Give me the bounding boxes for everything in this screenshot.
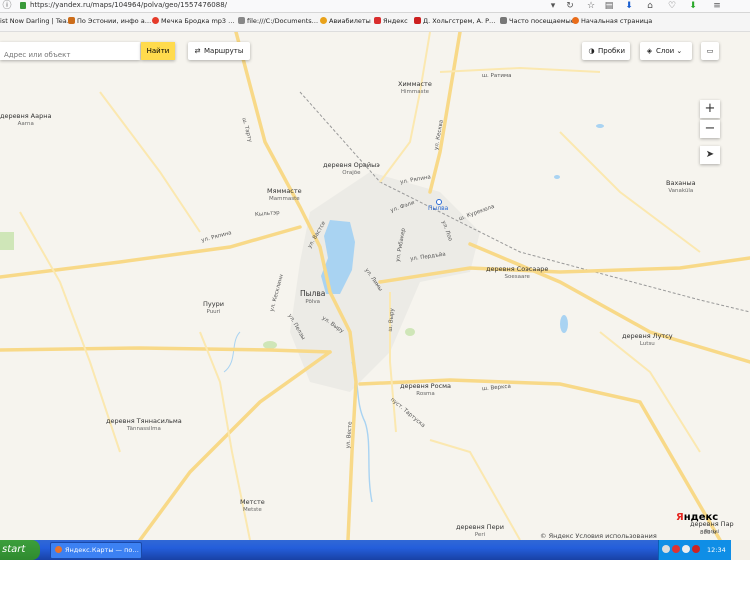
volume-icon[interactable] bbox=[682, 545, 690, 553]
url-input[interactable]: https://yandex.ru/maps/104964/polva/geo/… bbox=[30, 1, 227, 9]
search-input[interactable] bbox=[0, 46, 138, 64]
download-icon[interactable]: ⬇ bbox=[624, 1, 634, 11]
antivirus-icon[interactable] bbox=[672, 545, 680, 553]
layers-icon: ◈ bbox=[646, 47, 653, 55]
taskbar-item-browser[interactable]: Яндекс.Карты — по… bbox=[50, 542, 142, 559]
place-label[interactable]: деревня Орайыэ Orajõe bbox=[323, 161, 380, 177]
bookmark-item[interactable]: Мечка Бродка mp3 … bbox=[152, 17, 235, 25]
bookmark-icon bbox=[68, 17, 75, 24]
bookmark-item[interactable]: ist Now Darling | Tea… bbox=[0, 17, 73, 25]
system-tray: 12:34 bbox=[658, 540, 731, 560]
traffic-label: Пробки bbox=[598, 47, 626, 55]
place-label[interactable]: деревня Пери Peri bbox=[456, 523, 504, 539]
taskbar: start Яндекс.Карты — по… 12:34 bbox=[0, 540, 731, 560]
place-label[interactable]: Мяммасте Mammaste bbox=[267, 187, 302, 203]
street-label: ш. Ратима bbox=[482, 73, 512, 79]
routes-label: Маршруты bbox=[204, 47, 244, 55]
place-label[interactable]: Пуури Puuri bbox=[203, 300, 224, 316]
place-label[interactable]: деревня Тяннасильма Tännassilma bbox=[106, 417, 182, 433]
screen: ⓘ https://yandex.ru/maps/104964/polva/ge… bbox=[0, 0, 750, 560]
yandex-icon bbox=[374, 17, 381, 24]
traffic-icon: ◑ bbox=[588, 47, 595, 55]
scale-label: 800 м bbox=[700, 530, 717, 536]
place-label[interactable]: Метсте Metste bbox=[240, 498, 265, 514]
ruler-button[interactable]: ▭ bbox=[701, 42, 719, 60]
bookmark-icon bbox=[320, 17, 327, 24]
bookmark-item[interactable]: Часто посещаемые bbox=[500, 17, 575, 25]
update-icon[interactable]: ⬇ bbox=[688, 1, 698, 11]
place-label[interactable]: деревня Аарна Aarna bbox=[0, 112, 51, 128]
layers-button[interactable]: ◈ Слои ⌄ bbox=[640, 42, 692, 60]
search-box bbox=[0, 42, 140, 64]
bookmark-icon bbox=[414, 17, 421, 24]
zoom-out-button[interactable]: − bbox=[700, 120, 720, 138]
map-canvas[interactable]: деревня Аарна Aarna Химмасте Himmaste дере… bbox=[0, 32, 750, 540]
yandex-logo[interactable]: Яндекс bbox=[676, 512, 718, 523]
layers-label: Слои bbox=[656, 47, 675, 55]
start-button[interactable]: start bbox=[0, 540, 40, 560]
town-label[interactable]: Пылва Põlva bbox=[300, 290, 325, 306]
star-icon[interactable]: ☆ bbox=[586, 1, 596, 11]
routes-button[interactable]: ⇄ Маршруты bbox=[188, 42, 250, 60]
home-icon[interactable]: ⌂ bbox=[645, 1, 655, 11]
search-button[interactable]: Найти bbox=[141, 42, 175, 60]
dropdown-icon[interactable]: ▾ bbox=[548, 1, 558, 11]
globe-icon bbox=[238, 17, 245, 24]
station-label[interactable]: Пылва bbox=[428, 205, 448, 213]
bookmark-item[interactable]: По Эстонии, инфо а… bbox=[68, 17, 151, 25]
place-label[interactable]: Ваханыа Vanaküla bbox=[666, 179, 696, 195]
folder-icon bbox=[500, 17, 507, 24]
place-label[interactable]: деревня Лутсу Lutsu bbox=[622, 332, 673, 348]
lock-icon bbox=[20, 2, 26, 9]
place-label[interactable]: деревня Соэсааре Soesaare bbox=[486, 265, 548, 281]
menu-icon[interactable]: ≡ bbox=[712, 1, 722, 11]
info-icon[interactable]: ⓘ bbox=[2, 1, 12, 11]
shield-icon[interactable] bbox=[692, 545, 700, 553]
reload-icon[interactable]: ↻ bbox=[565, 1, 575, 11]
bookmark-item[interactable]: Яндекс bbox=[374, 17, 408, 25]
route-icon: ⇄ bbox=[194, 47, 201, 55]
firefox-icon bbox=[55, 546, 62, 553]
clipboard-icon[interactable]: ▤ bbox=[604, 1, 614, 11]
blank-area bbox=[0, 560, 750, 600]
network-icon[interactable] bbox=[662, 545, 670, 553]
bookmark-item[interactable]: Начальная страница bbox=[572, 17, 652, 25]
clock[interactable]: 12:34 bbox=[707, 540, 726, 560]
firefox-icon bbox=[572, 17, 579, 24]
bookmark-item[interactable]: Д. Хольгстрем, А. Р… bbox=[414, 17, 496, 25]
chevron-down-icon: ⌄ bbox=[674, 47, 683, 55]
pocket-icon[interactable]: ♡ bbox=[667, 1, 677, 11]
traffic-button[interactable]: ◑ Пробки bbox=[582, 42, 630, 60]
geolocation-button[interactable]: ➤ bbox=[700, 146, 720, 164]
zoom-in-button[interactable]: + bbox=[700, 100, 720, 118]
browser-toolbar: ⓘ https://yandex.ru/maps/104964/polva/ge… bbox=[0, 0, 750, 13]
copyright-text[interactable]: © Яндекс Условия использования bbox=[540, 532, 657, 540]
bookmark-item[interactable]: file:///C:/Documents… bbox=[238, 17, 318, 25]
bookmarks-bar: ist Now Darling | Tea… По Эстонии, инфо … bbox=[0, 13, 750, 32]
place-label[interactable]: деревня Росма Rosma bbox=[400, 382, 451, 398]
place-label[interactable]: Химмасте Himmaste bbox=[398, 80, 432, 96]
bookmark-item[interactable]: Авиабилеты bbox=[320, 17, 371, 25]
ruler-icon: ▭ bbox=[706, 47, 714, 55]
location-arrow-icon: ➤ bbox=[705, 149, 715, 160]
bookmark-icon bbox=[152, 17, 159, 24]
